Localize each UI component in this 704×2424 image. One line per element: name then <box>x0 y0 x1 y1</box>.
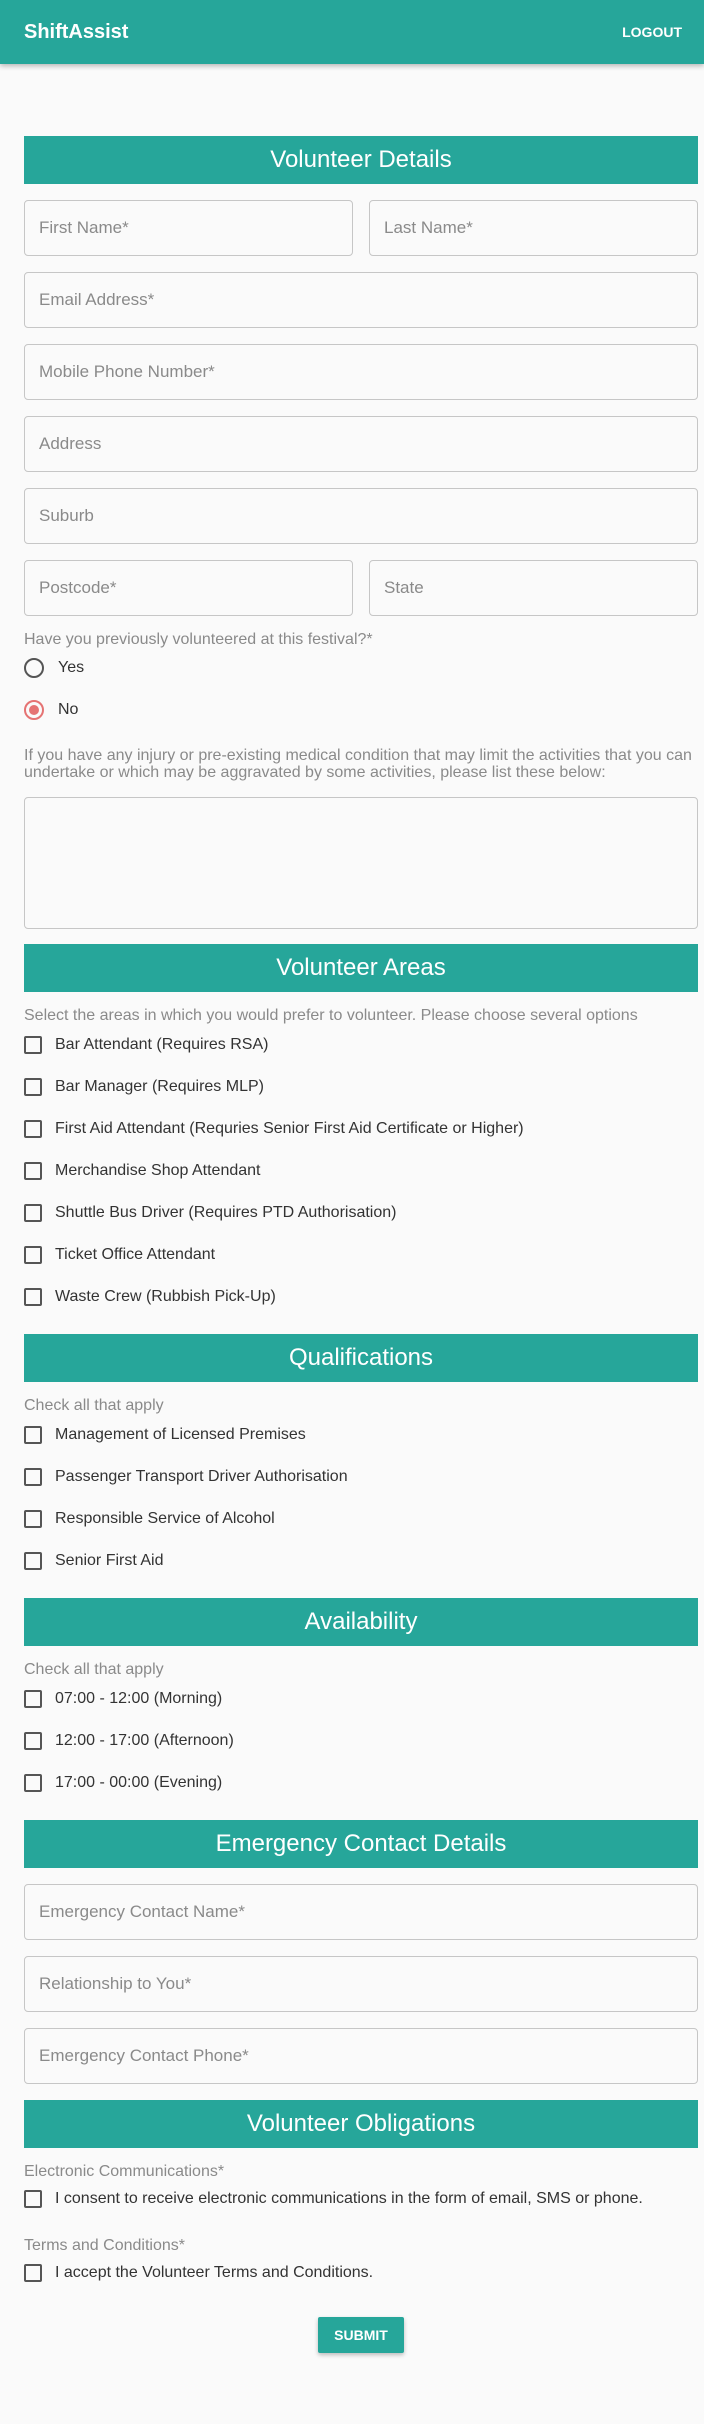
email-field[interactable] <box>24 272 698 328</box>
qualification-checkbox-label: Management of Licensed Premises <box>55 1426 306 1443</box>
terms-checkbox-label: I accept the Volunteer Terms and Conditi… <box>55 2264 374 2281</box>
checkbox-icon[interactable] <box>24 1162 42 1180</box>
volunteer-areas-hint: Select the areas in which you would pref… <box>24 1007 638 1024</box>
availability-hint: Check all that apply <box>24 1661 164 1678</box>
radio-yes[interactable]: Yes <box>24 658 84 678</box>
availability-checkbox-item[interactable]: 07:00 - 12:00 (Morning) <box>24 1690 222 1708</box>
consent-checkbox-label: I consent to receive electronic communic… <box>55 2190 643 2207</box>
radio-yes-label: Yes <box>58 659 85 676</box>
area-checkbox-label: First Aid Attendant (Requries Senior Fir… <box>55 1120 524 1137</box>
availability-checkbox-label: 12:00 - 17:00 (Afternoon) <box>55 1732 234 1749</box>
qualification-checkbox-item[interactable]: Senior First Aid <box>24 1552 163 1570</box>
medical-condition-textarea[interactable] <box>24 797 698 929</box>
checkbox-icon[interactable] <box>24 1552 42 1570</box>
checkbox-icon[interactable] <box>24 1204 42 1222</box>
address-field[interactable] <box>24 416 698 472</box>
checkbox-icon[interactable] <box>24 1078 42 1096</box>
area-checkbox-label: Ticket Office Attendant <box>55 1246 216 1263</box>
availability-checkbox-label: 17:00 - 00:00 (Evening) <box>55 1774 223 1791</box>
section-availability: Availability <box>24 1598 698 1646</box>
checkbox-icon[interactable] <box>24 2264 42 2282</box>
submit-button[interactable]: SUBMIT <box>318 2317 404 2353</box>
radio-no-label: No <box>58 701 79 718</box>
terms-checkbox-item[interactable]: I accept the Volunteer Terms and Conditi… <box>24 2264 373 2282</box>
checkbox-icon[interactable] <box>24 1288 42 1306</box>
area-checkbox-label: Merchandise Shop Attendant <box>55 1162 261 1179</box>
availability-checkbox-item[interactable]: 12:00 - 17:00 (Afternoon) <box>24 1732 234 1750</box>
checkbox-icon[interactable] <box>24 1426 42 1444</box>
brand-title: ShiftAssist <box>24 20 129 43</box>
first-name-field[interactable] <box>24 200 353 256</box>
emergency-contact-name-field[interactable] <box>24 1884 698 1940</box>
previously-volunteered-label: Have you previously volunteered at this … <box>24 631 373 648</box>
checkbox-icon[interactable] <box>24 1246 42 1264</box>
checkbox-icon[interactable] <box>24 1468 42 1486</box>
area-checkbox-label: Waste Crew (Rubbish Pick-Up) <box>55 1288 276 1305</box>
checkbox-icon[interactable] <box>24 1690 42 1708</box>
area-checkbox-item[interactable]: Merchandise Shop Attendant <box>24 1162 260 1180</box>
consent-checkbox-item[interactable]: I consent to receive electronic communic… <box>24 2190 643 2208</box>
medical-condition-prompt: If you have any injury or pre-existing m… <box>24 747 692 781</box>
checkbox-icon[interactable] <box>24 2190 42 2208</box>
state-field[interactable] <box>369 560 698 616</box>
radio-no-circle[interactable] <box>24 700 44 720</box>
electronic-communications-label: Electronic Communications* <box>24 2163 225 2180</box>
mobile-phone-field[interactable] <box>24 344 698 400</box>
area-checkbox-item[interactable]: Ticket Office Attendant <box>24 1246 215 1264</box>
qualification-checkbox-label: Responsible Service of Alcohol <box>55 1510 275 1527</box>
postcode-field[interactable] <box>24 560 353 616</box>
checkbox-icon[interactable] <box>24 1036 42 1054</box>
terms-label: Terms and Conditions* <box>24 2237 185 2254</box>
qualification-checkbox-item[interactable]: Passenger Transport Driver Authorisation <box>24 1468 348 1486</box>
radio-no[interactable]: No <box>24 700 78 720</box>
checkbox-icon[interactable] <box>24 1774 42 1792</box>
qualification-checkbox-item[interactable]: Responsible Service of Alcohol <box>24 1510 275 1528</box>
area-checkbox-item[interactable]: Waste Crew (Rubbish Pick-Up) <box>24 1288 276 1306</box>
section-emergency-contact: Emergency Contact Details <box>24 1820 698 1868</box>
qualification-checkbox-label: Passenger Transport Driver Authorisation <box>55 1468 348 1485</box>
area-checkbox-item[interactable]: Bar Attendant (Requires RSA) <box>24 1036 268 1054</box>
area-checkbox-label: Bar Manager (Requires MLP) <box>55 1078 264 1095</box>
emergency-contact-phone-field[interactable] <box>24 2028 698 2084</box>
qualification-checkbox-item[interactable]: Management of Licensed Premises <box>24 1426 306 1444</box>
section-qualifications: Qualifications <box>24 1334 698 1382</box>
qualification-checkbox-label: Senior First Aid <box>55 1552 164 1569</box>
section-volunteer-obligations: Volunteer Obligations <box>24 2100 698 2148</box>
checkbox-icon[interactable] <box>24 1510 42 1528</box>
suburb-field[interactable] <box>24 488 698 544</box>
qualifications-hint: Check all that apply <box>24 1397 164 1414</box>
last-name-field[interactable] <box>369 200 698 256</box>
availability-checkbox-label: 07:00 - 12:00 (Morning) <box>55 1690 223 1707</box>
radio-yes-circle[interactable] <box>24 658 44 678</box>
checkbox-icon[interactable] <box>24 1732 42 1750</box>
area-checkbox-label: Bar Attendant (Requires RSA) <box>55 1036 269 1053</box>
section-volunteer-details: Volunteer Details <box>24 136 698 184</box>
availability-checkbox-item[interactable]: 17:00 - 00:00 (Evening) <box>24 1774 222 1792</box>
checkbox-icon[interactable] <box>24 1120 42 1138</box>
relationship-field[interactable] <box>24 1956 698 2012</box>
logout-button[interactable]: LOGOUT <box>622 24 682 40</box>
area-checkbox-item[interactable]: Bar Manager (Requires MLP) <box>24 1078 264 1096</box>
section-volunteer-areas: Volunteer Areas <box>24 944 698 992</box>
app-bar: ShiftAssist LOGOUT <box>0 0 704 64</box>
area-checkbox-item[interactable]: Shuttle Bus Driver (Requires PTD Authori… <box>24 1204 396 1222</box>
area-checkbox-label: Shuttle Bus Driver (Requires PTD Authori… <box>55 1204 397 1221</box>
area-checkbox-item[interactable]: First Aid Attendant (Requries Senior Fir… <box>24 1120 524 1138</box>
